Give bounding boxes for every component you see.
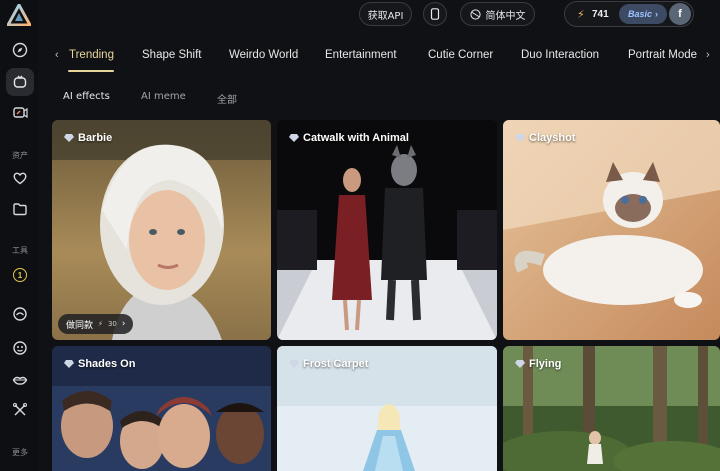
explore-icon[interactable] [6,36,34,64]
sidebar-section-tools: 工具 [12,246,28,255]
credits-count: 741 [592,9,609,20]
effect-card-flying[interactable]: Flying [503,346,720,471]
make-same-label: 做同款 [66,320,94,331]
card-image-barbie [52,120,271,340]
app-logo[interactable] [7,4,31,26]
language-label: 简体中文 [485,10,526,22]
tools-icon[interactable] [6,396,34,424]
subtab-all[interactable]: 全部 [217,91,237,106]
category-tabs: ‹ Trending Shape Shift Weirdo World Ente… [38,41,720,71]
get-api-button[interactable]: 获取API [359,2,412,26]
lips-icon[interactable] [6,366,34,394]
chevron-right-icon: › [121,319,126,329]
effect-card-shades-on[interactable]: Shades On [52,346,271,471]
card-title-text: Catwalk with Animal [303,132,409,144]
lightning-icon: ⚡ [98,320,103,328]
card-image-catwalk [277,120,497,340]
effect-card-barbie[interactable]: Barbie 做同款 ⚡ 30 › [52,120,271,340]
effect-card-clayshot[interactable]: Clayshot [503,120,720,340]
tab-portrait-mode[interactable]: Portrait Mode [628,49,697,61]
chevron-right-icon[interactable]: › [706,49,710,61]
card-title-text: Barbie [78,132,113,144]
language-button[interactable]: 简体中文 [460,2,535,26]
tab-cutie-corner[interactable]: Cutie Corner [428,49,493,61]
card-title-text: Shades On [78,358,136,370]
subtab-ai-effects[interactable]: AI effects [63,91,110,102]
globe-icon [469,8,481,20]
face-edit-icon[interactable] [6,334,34,362]
lightning-icon: ⚡ [577,9,585,21]
card-title-text: Flying [529,358,562,370]
effect-card-frost-carpet[interactable]: Frost Carpet [277,346,497,471]
sidebar-section-more: 更多 [12,448,28,457]
gem-icon [64,134,74,142]
chevron-left-icon[interactable]: ‹ [55,49,59,61]
card-title-text: Clayshot [529,132,576,144]
mobile-app-button[interactable] [423,2,447,26]
folder-icon[interactable] [6,195,34,223]
plan-button[interactable]: Basic › [619,4,667,24]
make-same-count: 30 [107,320,117,328]
make-same-button[interactable]: 做同款 ⚡ 30 › [58,314,134,334]
video-swap-icon[interactable] [6,99,34,127]
card-title: Clayshot [515,132,575,144]
tab-duo-interaction[interactable]: Duo Interaction [521,49,599,61]
subtab-ai-meme[interactable]: AI meme [141,91,186,102]
card-title: Catwalk with Animal [289,132,409,144]
heart-icon[interactable] [6,164,34,192]
ai-effects-icon[interactable] [6,68,34,96]
tab-weirdo-world[interactable]: Weirdo World [229,49,298,61]
gem-icon [515,134,525,142]
plan-label: Basic [627,9,653,19]
tool-badge-number: 1 [13,268,27,282]
card-title-text: Frost Carpet [303,358,369,370]
gem-icon [64,360,74,368]
tool-badge-icon[interactable]: 1 [6,261,34,289]
active-tab-indicator [68,70,114,72]
card-title: Barbie [64,132,112,144]
gem-icon [289,360,299,368]
card-image-clayshot [503,120,720,340]
phone-icon [430,8,440,20]
gem-icon [515,360,525,368]
card-title: Flying [515,358,561,370]
effect-card-catwalk[interactable]: Catwalk with Animal [277,120,497,340]
sidebar-section-assets: 资产 [12,151,28,160]
gem-icon [289,134,299,142]
chevron-right-icon: › [655,9,659,19]
tab-shape-shift[interactable]: Shape Shift [142,49,201,61]
sidebar: 资产 工具 1 更多 [0,0,38,471]
card-title: Frost Carpet [289,358,368,370]
tab-trending[interactable]: Trending [69,49,114,61]
face-swap-icon[interactable] [6,300,34,328]
tab-entertainment[interactable]: Entertainment [325,49,397,61]
avatar[interactable]: f [669,3,691,25]
card-title: Shades On [64,358,135,370]
